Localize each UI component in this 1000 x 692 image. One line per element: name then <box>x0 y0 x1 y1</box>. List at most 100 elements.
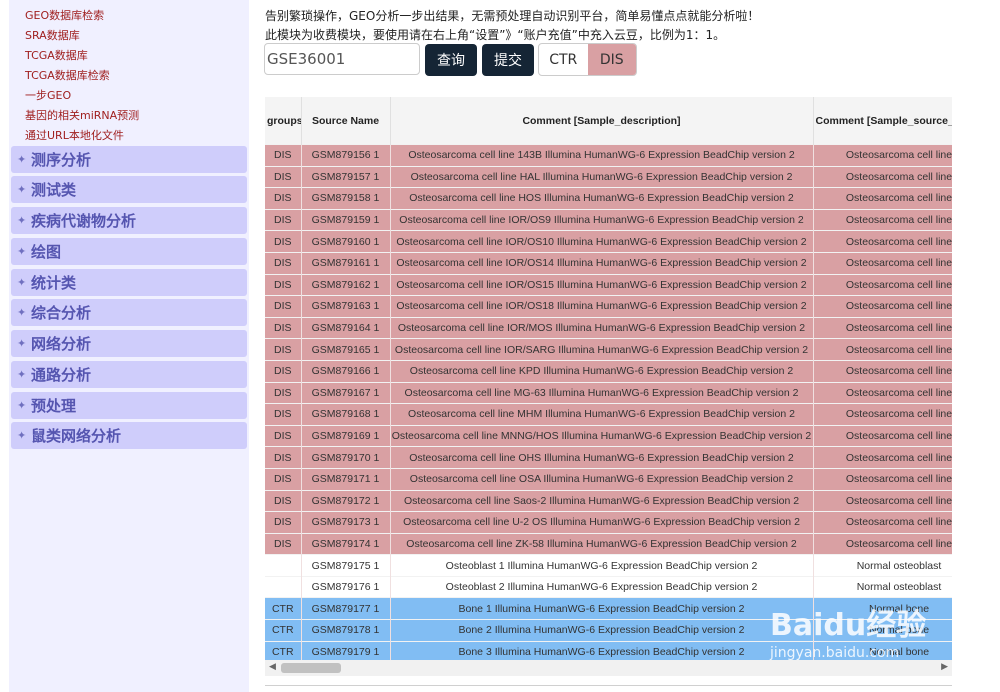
sidebar-menu-plotting[interactable]: ✦ 绘图 <box>11 238 247 265</box>
plus-icon: ✦ <box>17 337 27 350</box>
scroll-thumb[interactable] <box>281 663 341 673</box>
cell-source-name: GSM879171 1 <box>301 467 391 490</box>
sidebar-menu-integrated[interactable]: ✦ 综合分析 <box>11 299 247 326</box>
cell-source-name: GSM879161 1 <box>301 251 391 275</box>
sidebar-menu-preprocess[interactable]: ✦ 预处理 <box>11 392 247 419</box>
cell-source-name: GSM879169 1 <box>301 424 391 447</box>
cell-source: Osteosarcoma cell line <box>813 424 952 447</box>
sidebar-menu-mouse-network[interactable]: ✦ 鼠类网络分析 <box>11 422 247 449</box>
cell-description: Osteosarcoma cell line OHS Illumina Huma… <box>390 446 814 469</box>
plus-icon: ✦ <box>17 368 27 381</box>
gse-search-input[interactable] <box>264 43 420 75</box>
sidebar-menu-network[interactable]: ✦ 网络分析 <box>11 330 247 357</box>
cell-group: DIS <box>265 403 302 426</box>
cell-source: Osteosarcoma cell line <box>813 251 952 275</box>
cell-source-name: GSM879157 1 <box>301 165 391 188</box>
plus-icon: ✦ <box>17 306 27 319</box>
plus-icon: ✦ <box>17 214 27 227</box>
cell-group: DIS <box>265 467 302 490</box>
cell-description: Osteosarcoma cell line 143B Illumina Hum… <box>390 144 814 167</box>
cell-source: Osteosarcoma cell line <box>813 403 952 426</box>
cell-source-name: GSM879159 1 <box>301 208 391 231</box>
sidebar-link-mirna-predict[interactable]: 基因的相关miRNA预测 <box>25 109 139 123</box>
cell-description: Osteosarcoma cell line MG-63 Illumina Hu… <box>390 381 814 404</box>
sidebar-menu-metabolite[interactable]: ✦ 疾病代谢物分析 <box>11 207 247 234</box>
sidebar-link-tcga[interactable]: TCGA数据库 <box>25 49 88 63</box>
sidebar-link-tcga-search[interactable]: TCGA数据库检索 <box>25 69 110 83</box>
cell-group: DIS <box>265 338 302 361</box>
baidu-watermark-url: jingyan.baidu.com <box>770 645 900 661</box>
scroll-left-icon[interactable]: ◀ <box>269 662 276 672</box>
cell-source-name: GSM879172 1 <box>301 489 391 512</box>
sidebar-menu-testing[interactable]: ✦ 测试类 <box>11 176 247 203</box>
cell-source: Osteosarcoma cell line <box>813 446 952 469</box>
cell-source: Osteosarcoma cell line <box>813 295 952 318</box>
table-row: DIS GSM879160 1 Osteosarcoma cell line IOR… <box>265 230 952 253</box>
header-sample-source[interactable]: Comment [Sample_source_n <box>813 97 952 145</box>
cell-source-name: GSM879179 1 <box>301 640 391 660</box>
cell-source-name: GSM879166 1 <box>301 359 391 383</box>
cell-group: CTR <box>265 619 302 642</box>
cell-source-name: GSM879163 1 <box>301 295 391 318</box>
cell-group: DIS <box>265 489 302 512</box>
cell-source-name: GSM879162 1 <box>301 273 391 296</box>
sidebar-link-url-localize[interactable]: 通过URL本地化文件 <box>25 129 124 143</box>
cell-source-name: GSM879167 1 <box>301 381 391 404</box>
table-row: DIS GSM879157 1 Osteosarcoma cell line HAL… <box>265 165 952 188</box>
cell-source: Osteosarcoma cell line <box>813 467 952 490</box>
table-row: DIS GSM879170 1 Osteosarcoma cell line OHS… <box>265 446 952 469</box>
cell-group: DIS <box>265 295 302 318</box>
cell-source-name: GSM879177 1 <box>301 597 391 620</box>
plus-icon: ✦ <box>17 153 27 166</box>
sidebar-menu-statistics[interactable]: ✦ 统计类 <box>11 269 247 296</box>
cell-description: Osteosarcoma cell line U-2 OS Illumina H… <box>390 511 814 534</box>
table-row: DIS GSM879162 1 Osteosarcoma cell line IOR… <box>265 273 952 296</box>
cell-description: Osteosarcoma cell line KPD Illumina Huma… <box>390 359 814 383</box>
sidebar-link-one-step-geo[interactable]: 一步GEO <box>25 89 71 103</box>
cell-source-name: GSM879178 1 <box>301 619 391 642</box>
cell-group: DIS <box>265 359 302 383</box>
cell-group: DIS <box>265 187 302 210</box>
query-button[interactable]: 查询 <box>425 44 477 76</box>
cell-source: Normal osteoblast <box>813 554 952 577</box>
cell-description: Osteosarcoma cell line IOR/OS18 Illumina… <box>390 295 814 318</box>
header-groups[interactable]: groups <box>265 97 302 145</box>
cell-group <box>265 554 302 577</box>
notice-line-1: 告别繁琐操作，GEO分析一步出结果，无需预处理自动识别平台，简单易懂点点就能分析… <box>265 9 760 23</box>
horizontal-scrollbar[interactable]: ◀ ▶ <box>265 660 952 676</box>
cell-group <box>265 575 302 598</box>
sidebar-menu-pathway[interactable]: ✦ 通路分析 <box>11 361 247 388</box>
cell-source: Osteosarcoma cell line <box>813 338 952 361</box>
header-source-name[interactable]: Source Name <box>301 97 391 145</box>
sidebar-link-geo-search[interactable]: GEO数据库检索 <box>25 9 104 23</box>
sidebar-link-sra[interactable]: SRA数据库 <box>25 29 80 43</box>
cell-source-name: GSM879176 1 <box>301 575 391 598</box>
cell-group: CTR <box>265 640 302 660</box>
cell-source-name: GSM879164 1 <box>301 316 391 339</box>
cell-source: Osteosarcoma cell line <box>813 273 952 296</box>
cell-description: Osteosarcoma cell line IOR/MOS Illumina … <box>390 316 814 339</box>
cell-group: DIS <box>265 446 302 469</box>
cell-description: Bone 2 Illumina HumanWG-6 Expression Bea… <box>390 619 814 642</box>
toggle-ctr[interactable]: CTR <box>539 44 588 75</box>
cell-group: DIS <box>265 381 302 404</box>
cell-description: Osteosarcoma cell line MHM Illumina Huma… <box>390 403 814 426</box>
cell-description: Osteosarcoma cell line IOR/SARG Illumina… <box>390 338 814 361</box>
header-sample-description[interactable]: Comment [Sample_description] <box>390 97 814 145</box>
cell-source: Osteosarcoma cell line <box>813 208 952 231</box>
toggle-dis[interactable]: DIS <box>587 44 636 75</box>
sample-table: groups Source Name Comment [Sample_descr… <box>265 97 952 660</box>
scroll-right-icon[interactable]: ▶ <box>941 662 948 672</box>
cell-source-name: GSM879165 1 <box>301 338 391 361</box>
cell-group: DIS <box>265 316 302 339</box>
cell-description: Bone 3 Illumina HumanWG-6 Expression Bea… <box>390 640 814 660</box>
cell-source: Normal osteoblast <box>813 575 952 598</box>
cell-description: Osteosarcoma cell line IOR/OS9 Illumina … <box>390 208 814 231</box>
cell-group: DIS <box>265 532 302 555</box>
cell-description: Osteosarcoma cell line HOS Illumina Huma… <box>390 187 814 210</box>
sidebar-menu-sequencing[interactable]: ✦ 测序分析 <box>11 146 247 173</box>
cell-description: Osteoblast 1 Illumina HumanWG-6 Expressi… <box>390 554 814 577</box>
submit-button[interactable]: 提交 <box>482 44 534 76</box>
cell-description: Bone 1 Illumina HumanWG-6 Expression Bea… <box>390 597 814 620</box>
cell-source: Osteosarcoma cell line <box>813 230 952 253</box>
